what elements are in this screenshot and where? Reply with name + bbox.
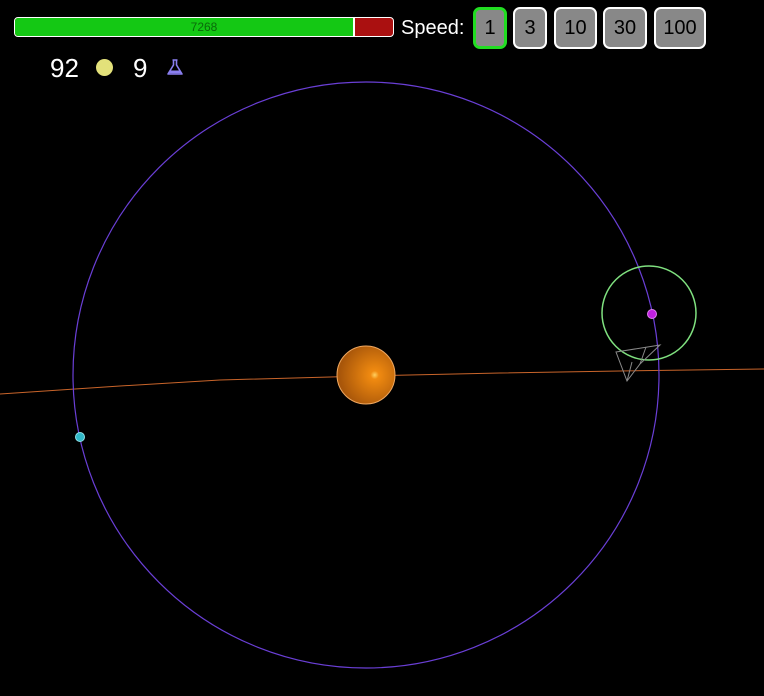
speed-button-30[interactable]: 30 xyxy=(603,7,647,49)
flask-icon xyxy=(167,59,183,75)
fuel-value: 7268 xyxy=(190,20,218,34)
speed-button-10[interactable]: 10 xyxy=(554,7,597,49)
fuel-bar: 7268 xyxy=(14,17,394,37)
speed-button-3[interactable]: 3 xyxy=(513,7,547,49)
planet-cyan[interactable] xyxy=(75,432,85,442)
planet-magenta[interactable] xyxy=(647,309,657,319)
sun[interactable] xyxy=(336,345,396,405)
game-viewport: 7268 Speed: 1 3 10 30 100 92 9 xyxy=(0,0,764,696)
coin-count: 92 xyxy=(50,53,79,83)
science-count: 9 xyxy=(133,53,148,83)
player-ship[interactable] xyxy=(615,344,662,383)
space-scene xyxy=(0,81,764,669)
speed-button-100[interactable]: 100 xyxy=(654,7,706,49)
coin-icon xyxy=(96,59,113,76)
speed-label: Speed: xyxy=(401,17,465,39)
speed-button-1[interactable]: 1 xyxy=(473,7,507,49)
